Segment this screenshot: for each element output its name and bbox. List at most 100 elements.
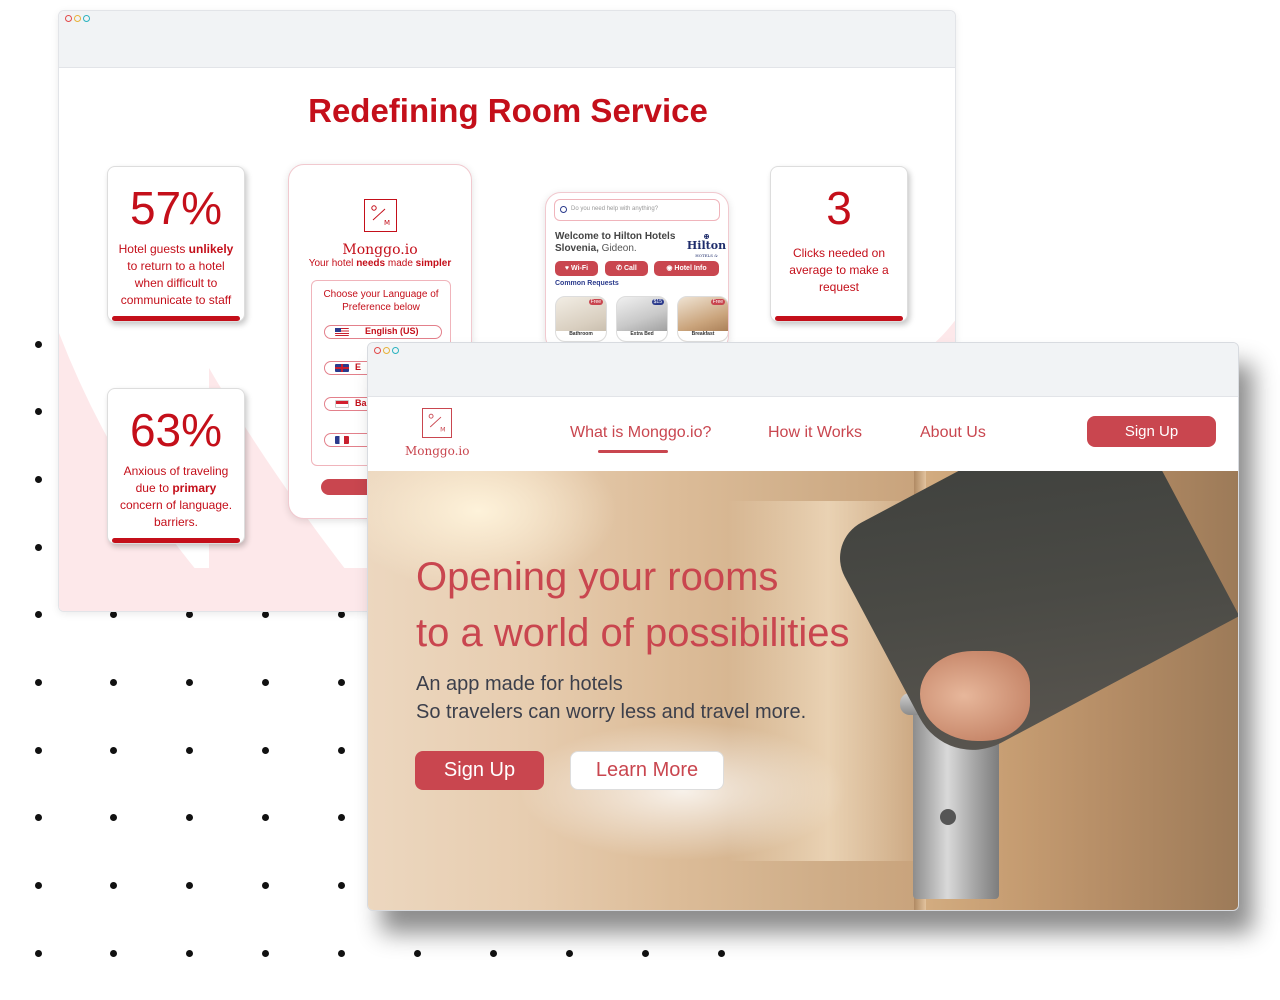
- decorative-dot: [566, 950, 573, 957]
- decorative-dot: [35, 408, 42, 415]
- active-nav-indicator: [598, 450, 668, 453]
- common-requests-heading: Common Requests: [555, 280, 619, 287]
- stat-card-anxiety: 63% Anxious of traveling due to primary …: [107, 388, 245, 544]
- hero-signup-button[interactable]: Sign Up: [415, 751, 544, 790]
- request-tile-breakfast[interactable]: Free Breakfast: [677, 296, 728, 342]
- monggo-logo-icon[interactable]: M: [422, 408, 452, 438]
- help-search-input[interactable]: Do you need help with anything?: [554, 199, 720, 221]
- language-option-english-us[interactable]: English (US): [324, 325, 442, 339]
- decorative-dot: [110, 747, 117, 754]
- maximize-window-icon[interactable]: [392, 347, 399, 354]
- phone-icon: ✆: [616, 265, 624, 272]
- decorative-dot: [110, 882, 117, 889]
- stat-text: Clicks needed on average to make a reque…: [789, 246, 889, 294]
- decorative-dot: [35, 814, 42, 821]
- decorative-dot: [414, 950, 421, 957]
- stat-text: Hotel guests unlikely to return to a hot…: [118, 242, 234, 307]
- decorative-dot: [642, 950, 649, 957]
- decorative-dot: [35, 882, 42, 889]
- decorative-dot: [110, 679, 117, 686]
- browser-toolbar: [368, 343, 1238, 397]
- nav-link-how-it-works[interactable]: How it Works: [768, 424, 862, 442]
- decorative-dot: [186, 814, 193, 821]
- decorative-dot: [490, 950, 497, 957]
- hero-headline: Opening your rooms to a world of possibil…: [416, 555, 850, 655]
- stat-value: 57%: [129, 182, 223, 234]
- decorative-dot: [186, 882, 193, 889]
- decorative-dot: [35, 611, 42, 618]
- decorative-dot: [35, 679, 42, 686]
- decorative-dot: [186, 611, 193, 618]
- hotel-info-button[interactable]: ◉ Hotel Info: [654, 261, 719, 276]
- page: Redefining Room Service 57% Hotel guests…: [0, 0, 1280, 1000]
- stat-underline: [112, 538, 240, 543]
- decorative-dot: [35, 950, 42, 957]
- wifi-button[interactable]: ♥ Wi-Fi: [555, 261, 598, 276]
- window-controls: [374, 347, 399, 354]
- decorative-dot: [35, 476, 42, 483]
- decorative-dot: [35, 544, 42, 551]
- site-navbar: M Monggo.io What is Monggo.io? How it Wo…: [368, 397, 1238, 471]
- minimize-window-icon[interactable]: [383, 347, 390, 354]
- stat-card-clicks: 3 Clicks needed on average to make a req…: [770, 166, 908, 322]
- monggo-logo-icon: M: [364, 199, 397, 232]
- decorative-dot: [35, 341, 42, 348]
- request-tile-extra-bed[interactable]: $15 Extra Bed: [616, 296, 668, 342]
- decorative-dot: [262, 814, 269, 821]
- stat-text: Anxious of traveling due to primary conc…: [119, 464, 233, 529]
- decorative-dot: [338, 950, 345, 957]
- decorative-dot: [338, 679, 345, 686]
- minimize-window-icon[interactable]: [74, 15, 81, 22]
- decorative-dot: [186, 747, 193, 754]
- decorative-dot: [338, 611, 345, 618]
- svg-text:M: M: [384, 219, 390, 227]
- nav-link-about-us[interactable]: About Us: [920, 424, 986, 442]
- slide-title: Redefining Room Service: [308, 92, 708, 129]
- decorative-dot: [186, 679, 193, 686]
- stat-underline: [112, 316, 240, 321]
- welcome-message: Welcome to Hilton Hotels Slovenia, Gideo…: [555, 231, 676, 254]
- request-tile-bathroom[interactable]: Free Bathroom: [555, 296, 607, 342]
- maximize-window-icon[interactable]: [83, 15, 90, 22]
- decorative-dot: [110, 814, 117, 821]
- france-flag-icon: [335, 436, 349, 444]
- decorative-dot: [262, 747, 269, 754]
- decorative-dot: [262, 679, 269, 686]
- hero-subheadline: An app made for hotels So travelers can w…: [416, 673, 807, 723]
- brand-name[interactable]: Monggo.io: [405, 444, 470, 458]
- decorative-dot: [262, 950, 269, 957]
- svg-text:M: M: [440, 427, 445, 434]
- decorative-dot: [718, 950, 725, 957]
- browser-toolbar: [59, 11, 955, 68]
- decorative-dot: [262, 882, 269, 889]
- stat-underline: [775, 316, 903, 321]
- language-heading: Choose your Language of Preference below: [323, 289, 439, 313]
- stat-value: 3: [826, 182, 852, 234]
- window-controls: [65, 15, 90, 22]
- front-browser-window: M Monggo.io What is Monggo.io? How it Wo…: [367, 342, 1239, 911]
- decorative-dot: [262, 611, 269, 618]
- decorative-dot: [35, 747, 42, 754]
- us-flag-icon: [335, 328, 349, 336]
- close-window-icon[interactable]: [65, 15, 72, 22]
- decorative-dot: [338, 882, 345, 889]
- decorative-dot: [338, 747, 345, 754]
- indonesia-flag-icon: [335, 400, 349, 408]
- call-button[interactable]: ✆ Call: [605, 261, 648, 276]
- search-icon: [560, 206, 567, 213]
- nav-link-what-is[interactable]: What is Monggo.io?: [570, 424, 711, 442]
- stat-card-guests: 57% Hotel guests unlikely to return to a…: [107, 166, 245, 322]
- stat-value: 63%: [129, 404, 223, 456]
- brand-tagline: Your hotel needs made simpler: [308, 258, 452, 269]
- hotel-app-phone-mockup: Do you need help with anything? Welcome …: [545, 192, 729, 352]
- brand-name: Monggo.io: [342, 242, 418, 258]
- decorative-dot: [186, 950, 193, 957]
- hero-section: Opening your rooms to a world of possibil…: [368, 471, 1238, 910]
- nav-signup-button[interactable]: Sign Up: [1087, 416, 1216, 447]
- uk-flag-icon: [335, 364, 349, 372]
- learn-more-button[interactable]: Learn More: [570, 751, 724, 790]
- decorative-dot: [110, 611, 117, 618]
- decorative-dot: [110, 950, 117, 957]
- decorative-dot: [338, 814, 345, 821]
- close-window-icon[interactable]: [374, 347, 381, 354]
